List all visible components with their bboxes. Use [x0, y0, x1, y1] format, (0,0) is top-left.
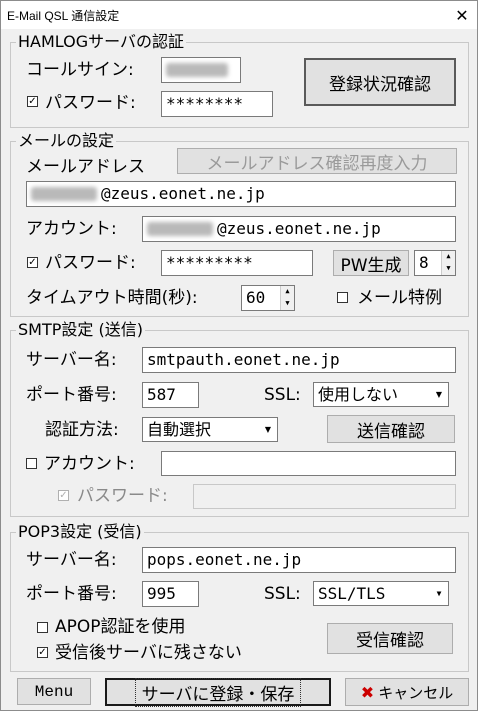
timeout-label: タイムアウト時間(秒): — [26, 288, 198, 308]
smtp-account-field[interactable] — [161, 451, 456, 476]
smtp-password-label: パスワード: — [77, 486, 168, 506]
menu-button-label: Menu — [34, 682, 74, 701]
save-register-label: サーバに登録・保存 — [134, 677, 302, 707]
timeout-spinner[interactable]: ▲ ▼ — [280, 286, 294, 310]
title-bar: E-Mail QSL 通信設定 ✕ — [1, 1, 477, 29]
pw-length-spinner[interactable]: ▲ ▼ — [441, 251, 455, 275]
smtp-ssl-select[interactable]: 使用しない ▼ — [313, 382, 449, 407]
mail-special-label: メール特例 — [357, 288, 442, 308]
pop3-ssl-value: SSL/TLS — [318, 584, 386, 603]
pw-generate-button[interactable]: PW生成 — [333, 250, 409, 276]
cancel-icon: ✖ — [360, 682, 375, 702]
pop3-server-label: サーバー名: — [26, 550, 117, 570]
chevron-down-icon[interactable]: ▼ — [431, 583, 447, 604]
mail-account-domain: @zeus.eonet.ne.jp — [217, 219, 381, 238]
address-reconfirm-button[interactable]: メールアドレス確認再度入力 — [177, 148, 457, 174]
smtp-ssl-label: SSL: — [264, 385, 301, 405]
mail-address-label: メールアドレス — [26, 157, 145, 177]
apop-checkbox[interactable] — [37, 622, 48, 633]
mail-address-redacted — [31, 187, 97, 201]
mail-password-checkbox[interactable]: ✓ — [27, 257, 38, 268]
menu-button[interactable]: Menu — [17, 678, 91, 705]
receive-check-button[interactable]: 受信確認 — [327, 623, 453, 654]
no-keep-checkbox[interactable]: ✓ — [37, 647, 48, 658]
mail-settings-title: メールの設定 — [16, 131, 117, 151]
pw-length-stepper[interactable]: 8 ▲ ▼ — [414, 250, 456, 276]
mail-account-field[interactable]: @zeus.eonet.ne.jp — [142, 216, 456, 242]
pop3-settings-title: POP3設定 (受信) — [16, 522, 144, 542]
pop3-ssl-select[interactable]: SSL/TLS ▼ — [313, 581, 449, 606]
email-qsl-settings-window: E-Mail QSL 通信設定 ✕ HAMLOGサーバの認証 コールサイン: ✓… — [0, 0, 478, 711]
registration-status-button[interactable]: 登録状況確認 — [304, 58, 456, 106]
pop3-server-field[interactable]: pops.eonet.ne.jp — [142, 547, 456, 573]
mail-account-redacted — [147, 222, 213, 236]
smtp-auth-value: 自動選択 — [147, 420, 212, 439]
save-register-button[interactable]: サーバに登録・保存 — [105, 677, 331, 707]
hamlog-password-field[interactable]: ******** — [161, 91, 273, 117]
smtp-server-field[interactable]: smtpauth.eonet.ne.jp — [142, 347, 456, 373]
pop3-port-field[interactable]: 995 — [142, 581, 199, 607]
smtp-port-field[interactable]: 587 — [142, 382, 199, 408]
chevron-down-icon[interactable]: ▼ — [260, 419, 276, 440]
callsign-redacted — [166, 63, 228, 77]
timeout-value: 60 — [246, 288, 266, 307]
smtp-account-checkbox[interactable] — [26, 458, 37, 469]
smtp-password-field[interactable] — [193, 484, 456, 509]
smtp-ssl-value: 使用しない — [318, 385, 399, 404]
smtp-server-label: サーバー名: — [26, 350, 117, 370]
mail-password-field[interactable]: ********* — [161, 250, 313, 276]
callsign-label: コールサイン: — [26, 60, 134, 80]
cancel-button-label: キャンセル — [378, 683, 454, 702]
callsign-field[interactable] — [161, 57, 241, 83]
no-keep-label: 受信後サーバに残さない — [55, 643, 242, 663]
hamlog-password-checkbox[interactable]: ✓ — [27, 96, 38, 107]
pop3-port-label: ポート番号: — [26, 584, 117, 604]
timeout-stepper[interactable]: 60 ▲ ▼ — [241, 285, 295, 311]
smtp-port-label: ポート番号: — [26, 385, 117, 405]
window-title: E-Mail QSL 通信設定 — [7, 9, 120, 23]
mail-address-domain: @zeus.eonet.ne.jp — [101, 184, 265, 203]
smtp-auth-select[interactable]: 自動選択 ▼ — [142, 417, 278, 442]
cancel-button[interactable]: ✖ キャンセル — [345, 678, 469, 706]
close-button[interactable]: ✕ — [447, 1, 477, 29]
close-icon: ✕ — [455, 5, 469, 25]
mail-special-checkbox[interactable] — [337, 292, 348, 303]
apop-label: APOP認証を使用 — [55, 617, 186, 637]
pw-length-value: 8 — [419, 253, 429, 272]
spin-down-icon[interactable]: ▼ — [442, 263, 455, 275]
hamlog-password-label: パスワード: — [45, 93, 136, 113]
spin-up-icon[interactable]: ▲ — [442, 251, 455, 263]
mail-address-field[interactable]: @zeus.eonet.ne.jp — [26, 181, 456, 207]
spin-down-icon[interactable]: ▼ — [281, 298, 294, 310]
send-check-button[interactable]: 送信確認 — [327, 415, 455, 443]
mail-password-label: パスワード: — [45, 253, 136, 273]
hamlog-auth-title: HAMLOGサーバの認証 — [16, 32, 186, 52]
smtp-account-label: アカウント: — [44, 454, 135, 474]
mail-account-label: アカウント: — [26, 219, 117, 239]
pop3-ssl-label: SSL: — [264, 584, 301, 604]
smtp-settings-title: SMTP設定 (送信) — [16, 320, 145, 340]
chevron-down-icon[interactable]: ▼ — [431, 384, 447, 405]
smtp-password-checkbox[interactable]: ✓ — [58, 490, 69, 501]
smtp-auth-label: 認証方法: — [45, 420, 119, 440]
spin-up-icon[interactable]: ▲ — [281, 286, 294, 298]
